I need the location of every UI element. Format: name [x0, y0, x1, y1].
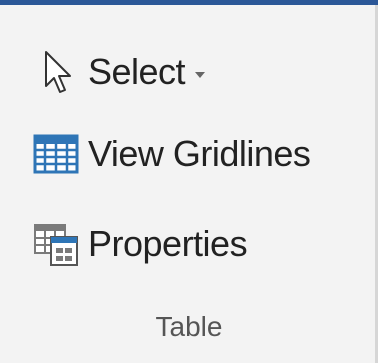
- properties-button[interactable]: Properties: [32, 218, 248, 270]
- properties-label: Properties: [88, 223, 248, 264]
- select-button[interactable]: Select: [32, 46, 206, 98]
- chevron-down-icon[interactable]: [195, 72, 206, 78]
- view-gridlines-label: View Gridlines: [88, 133, 311, 174]
- ribbon-accent-rule: [0, 0, 378, 5]
- table-properties-icon: [32, 220, 80, 268]
- group-label-table: Table: [155, 311, 223, 342]
- view-gridlines-button[interactable]: View Gridlines: [32, 128, 311, 180]
- cursor-arrow-icon: [32, 48, 80, 96]
- select-label: Select: [88, 51, 186, 92]
- ribbon-group-table: Select View Gridlines Properties Table: [0, 0, 378, 363]
- table-grid-icon: [32, 130, 80, 178]
